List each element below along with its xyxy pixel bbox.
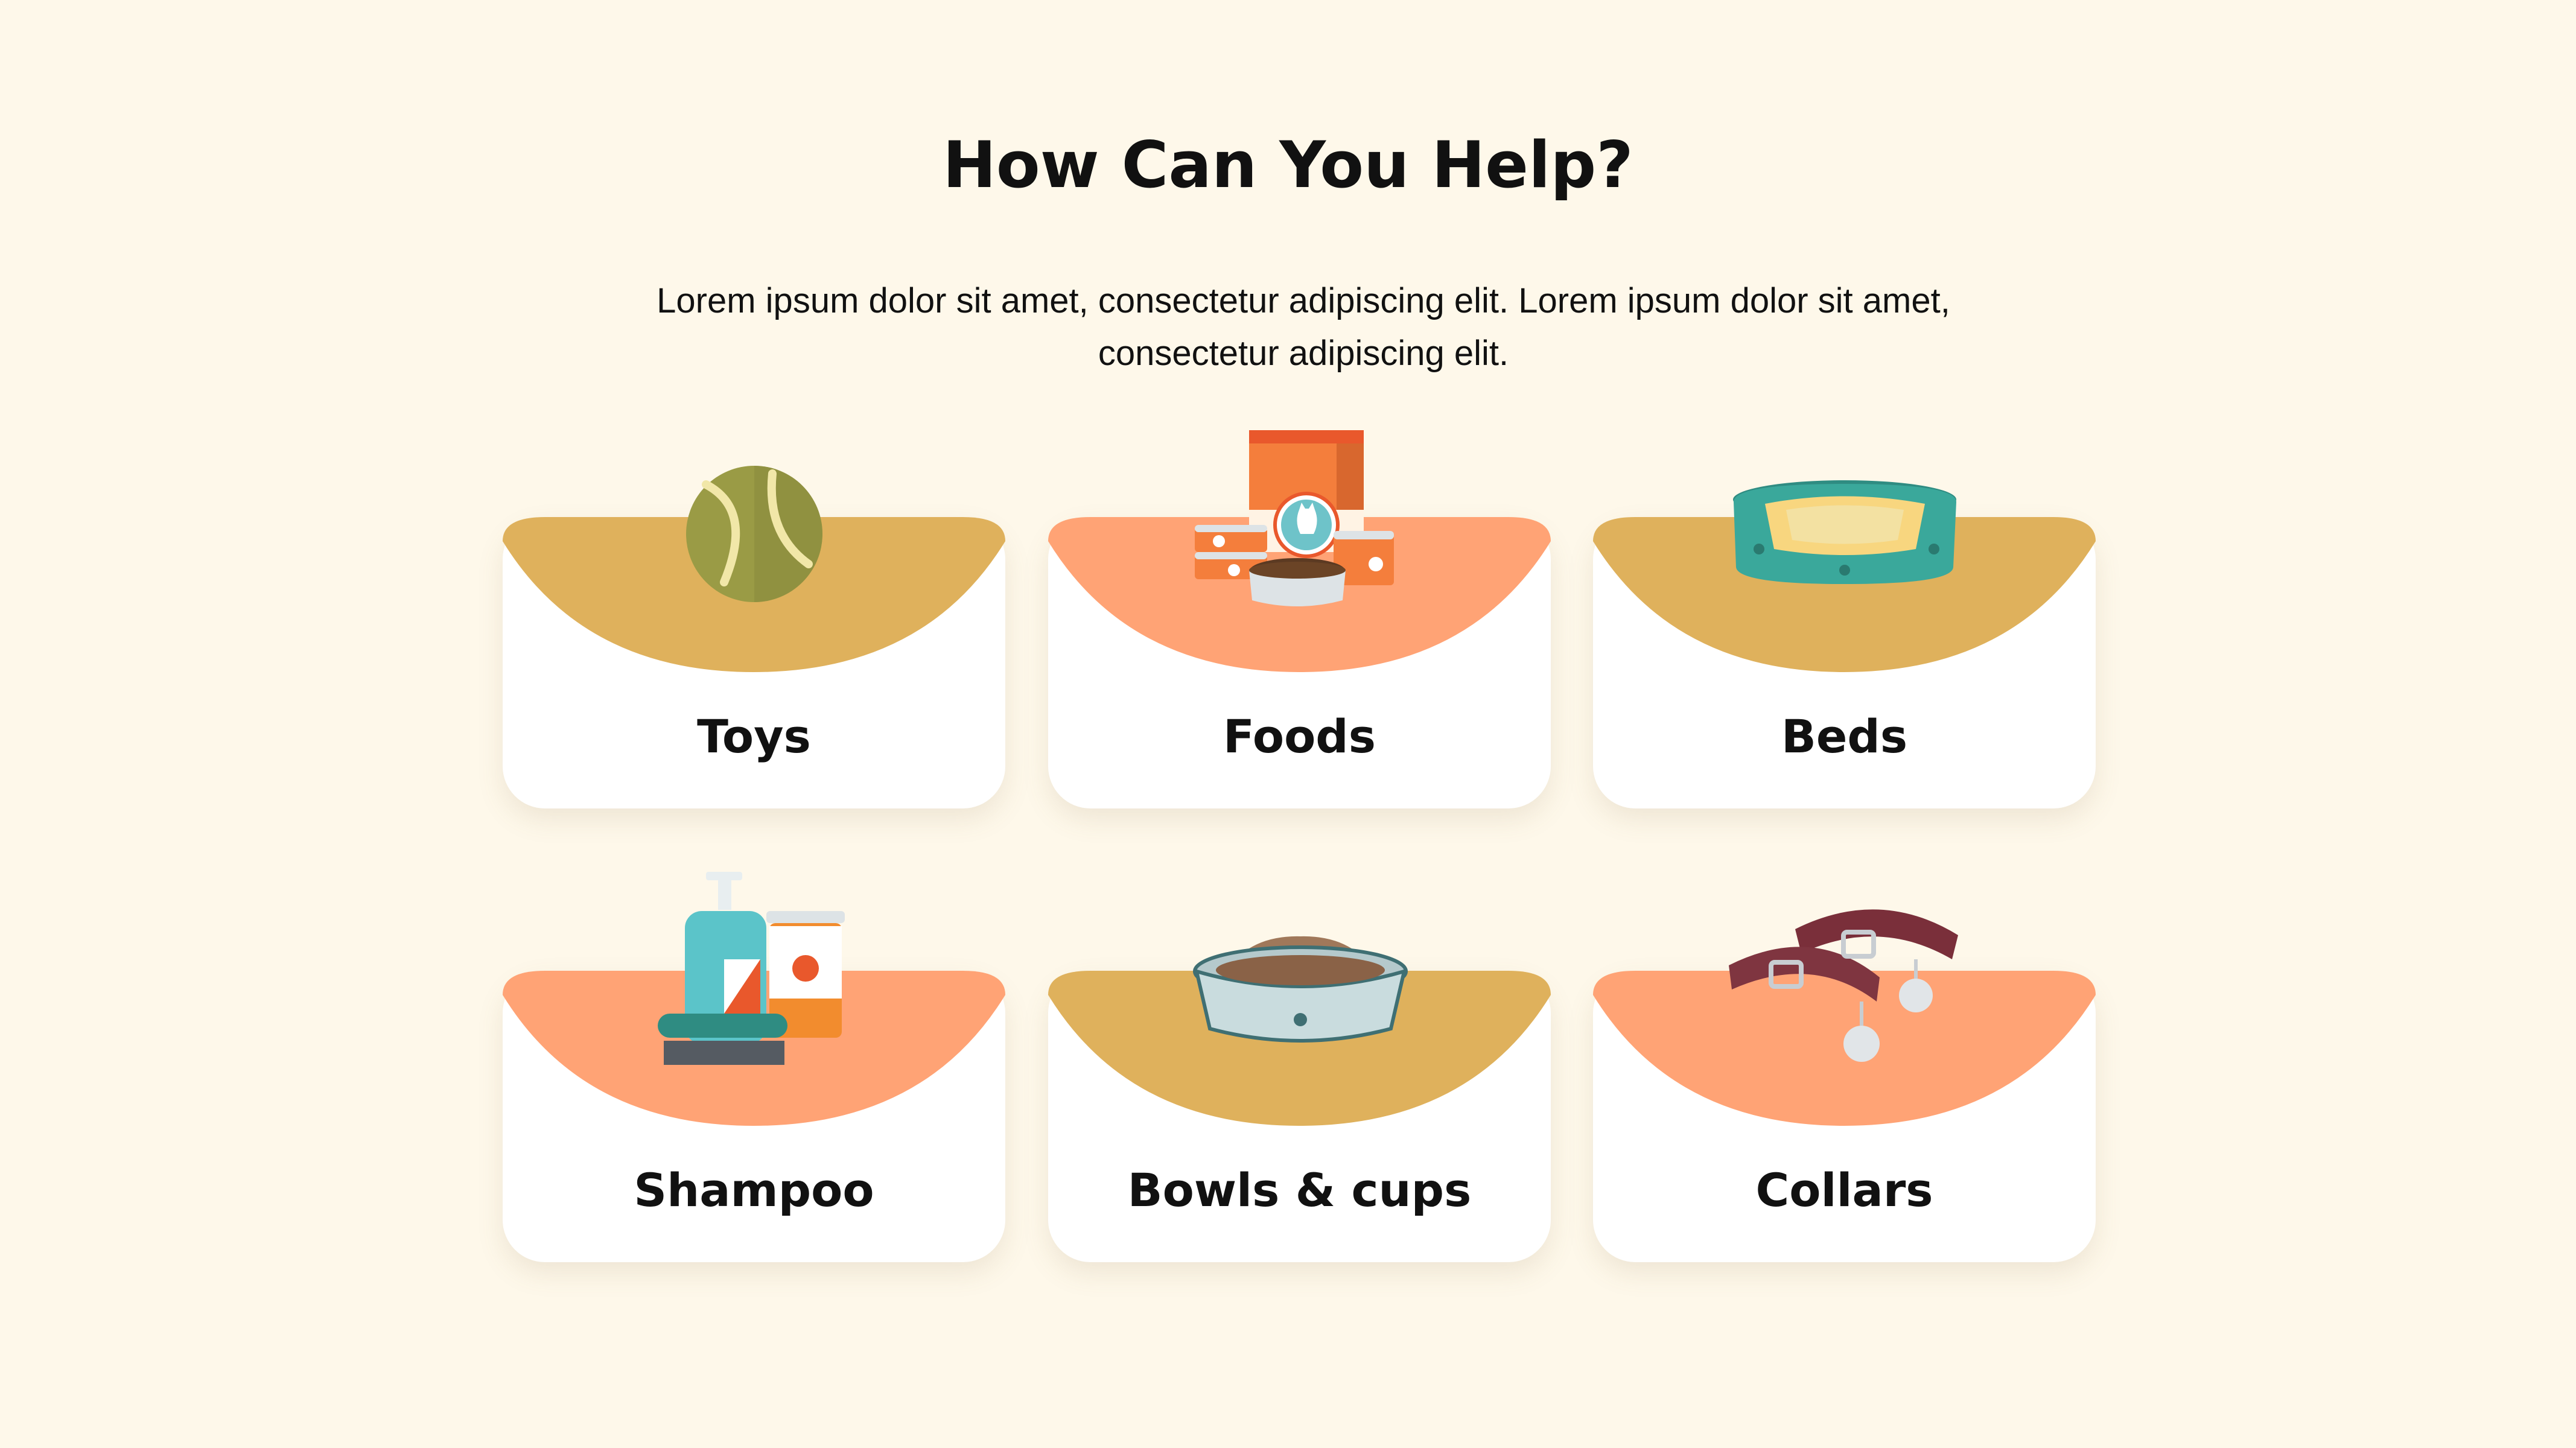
category-label: Foods <box>1223 710 1376 763</box>
intro-text: Lorem ipsum dolor sit amet, consectetur … <box>657 281 1950 373</box>
page-title: How Can You Help? <box>943 128 1633 202</box>
pet-bed-icon <box>1733 480 1956 584</box>
category-label: Collars <box>1755 1163 1933 1217</box>
pet-food-icon <box>1195 430 1394 606</box>
shampoo-icon <box>658 872 845 1065</box>
collar-icon <box>1729 909 1958 1062</box>
tennis-ball-icon <box>686 466 822 602</box>
category-label: Bowls & cups <box>1127 1163 1472 1217</box>
category-label: Toys <box>697 710 811 763</box>
category-label: Shampoo <box>634 1163 874 1217</box>
category-label: Beds <box>1781 710 1908 763</box>
food-bowl-icon <box>1193 936 1408 1043</box>
